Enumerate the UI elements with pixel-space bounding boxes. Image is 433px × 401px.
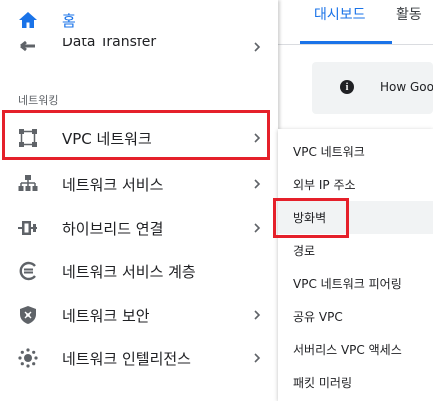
navigation-menu: 홈 Data Transfer 네트워킹 VPC 네트워크 네트워크 서비스 하… [0, 0, 278, 401]
submenu-item-firewall[interactable]: 방화벽 [278, 201, 433, 234]
network-services-icon [18, 174, 38, 194]
vpc-network-submenu: VPC 네트워크 외부 IP 주소 방화벽 경로 VPC 네트워크 피어링 공유… [273, 129, 433, 401]
info-icon: i [340, 80, 354, 94]
nav-item-hybrid-connectivity[interactable]: 하이브리드 연결 [0, 208, 278, 248]
chevron-right-icon [250, 221, 264, 235]
chevron-right-icon [250, 177, 264, 191]
submenu-item-external-ip[interactable]: 외부 IP 주소 [278, 168, 433, 201]
nav-item-network-service-tiers[interactable]: 네트워크 서비스 계층 [0, 251, 278, 291]
submenu-item-packet-mirroring[interactable]: 패킷 미러링 [278, 366, 433, 399]
nav-item-network-security[interactable]: 네트워크 보안 [0, 295, 278, 335]
hybrid-connectivity-icon [18, 218, 38, 238]
submenu-item-routes[interactable]: 경로 [278, 234, 433, 267]
tab-dashboard[interactable]: 대시보드 [314, 4, 366, 24]
nav-item-label: VPC 네트워크 [62, 129, 152, 148]
nav-item-label: 네트워크 인텔리전스 [62, 349, 191, 368]
nav-item-vpc-network[interactable]: VPC 네트워크 [0, 118, 278, 158]
active-tab-indicator [300, 41, 392, 44]
chevron-right-icon [250, 351, 264, 365]
top-tab-bar: 대시보드 활동 [278, 0, 433, 45]
nav-item-label: 네트워크 보안 [62, 306, 150, 325]
nav-item-network-intelligence[interactable]: 네트워크 인텔리전스 [0, 338, 278, 378]
nav-item-home-label: 홈 [62, 11, 76, 30]
nav-item-network-services[interactable]: 네트워크 서비스 [0, 164, 278, 204]
section-header-networking: 네트워킹 [18, 94, 59, 107]
chevron-right-icon [250, 40, 264, 54]
nav-item-data-transfer[interactable]: Data Transfer [0, 38, 278, 60]
chevron-right-icon [250, 308, 264, 322]
network-service-tiers-icon [18, 261, 38, 281]
network-security-icon [18, 305, 38, 325]
submenu-item-shared-vpc[interactable]: 공유 VPC [278, 300, 433, 333]
nav-item-home[interactable]: 홈 [0, 0, 278, 40]
nav-item-label: 하이브리드 연결 [62, 219, 164, 238]
home-icon [18, 10, 38, 30]
submenu-item-vpc-networks[interactable]: VPC 네트워크 [278, 135, 433, 168]
submenu-item-serverless-vpc-access[interactable]: 서버리스 VPC 액세스 [278, 333, 433, 366]
submenu-item-vpc-peering[interactable]: VPC 네트워크 피어링 [278, 267, 433, 300]
network-intelligence-icon [18, 348, 38, 368]
nav-item-data-transfer-label: Data Transfer [62, 38, 157, 50]
arrow-left-icon [18, 38, 38, 56]
nav-item-label: 네트워크 서비스 계층 [62, 262, 196, 281]
info-banner: i How Goo [312, 62, 433, 114]
chevron-right-icon [250, 131, 264, 145]
nav-item-label: 네트워크 서비스 [62, 175, 164, 194]
info-banner-text: How Goo [380, 80, 433, 94]
tab-activity[interactable]: 활동 [396, 4, 422, 24]
vpc-network-icon [18, 128, 38, 148]
